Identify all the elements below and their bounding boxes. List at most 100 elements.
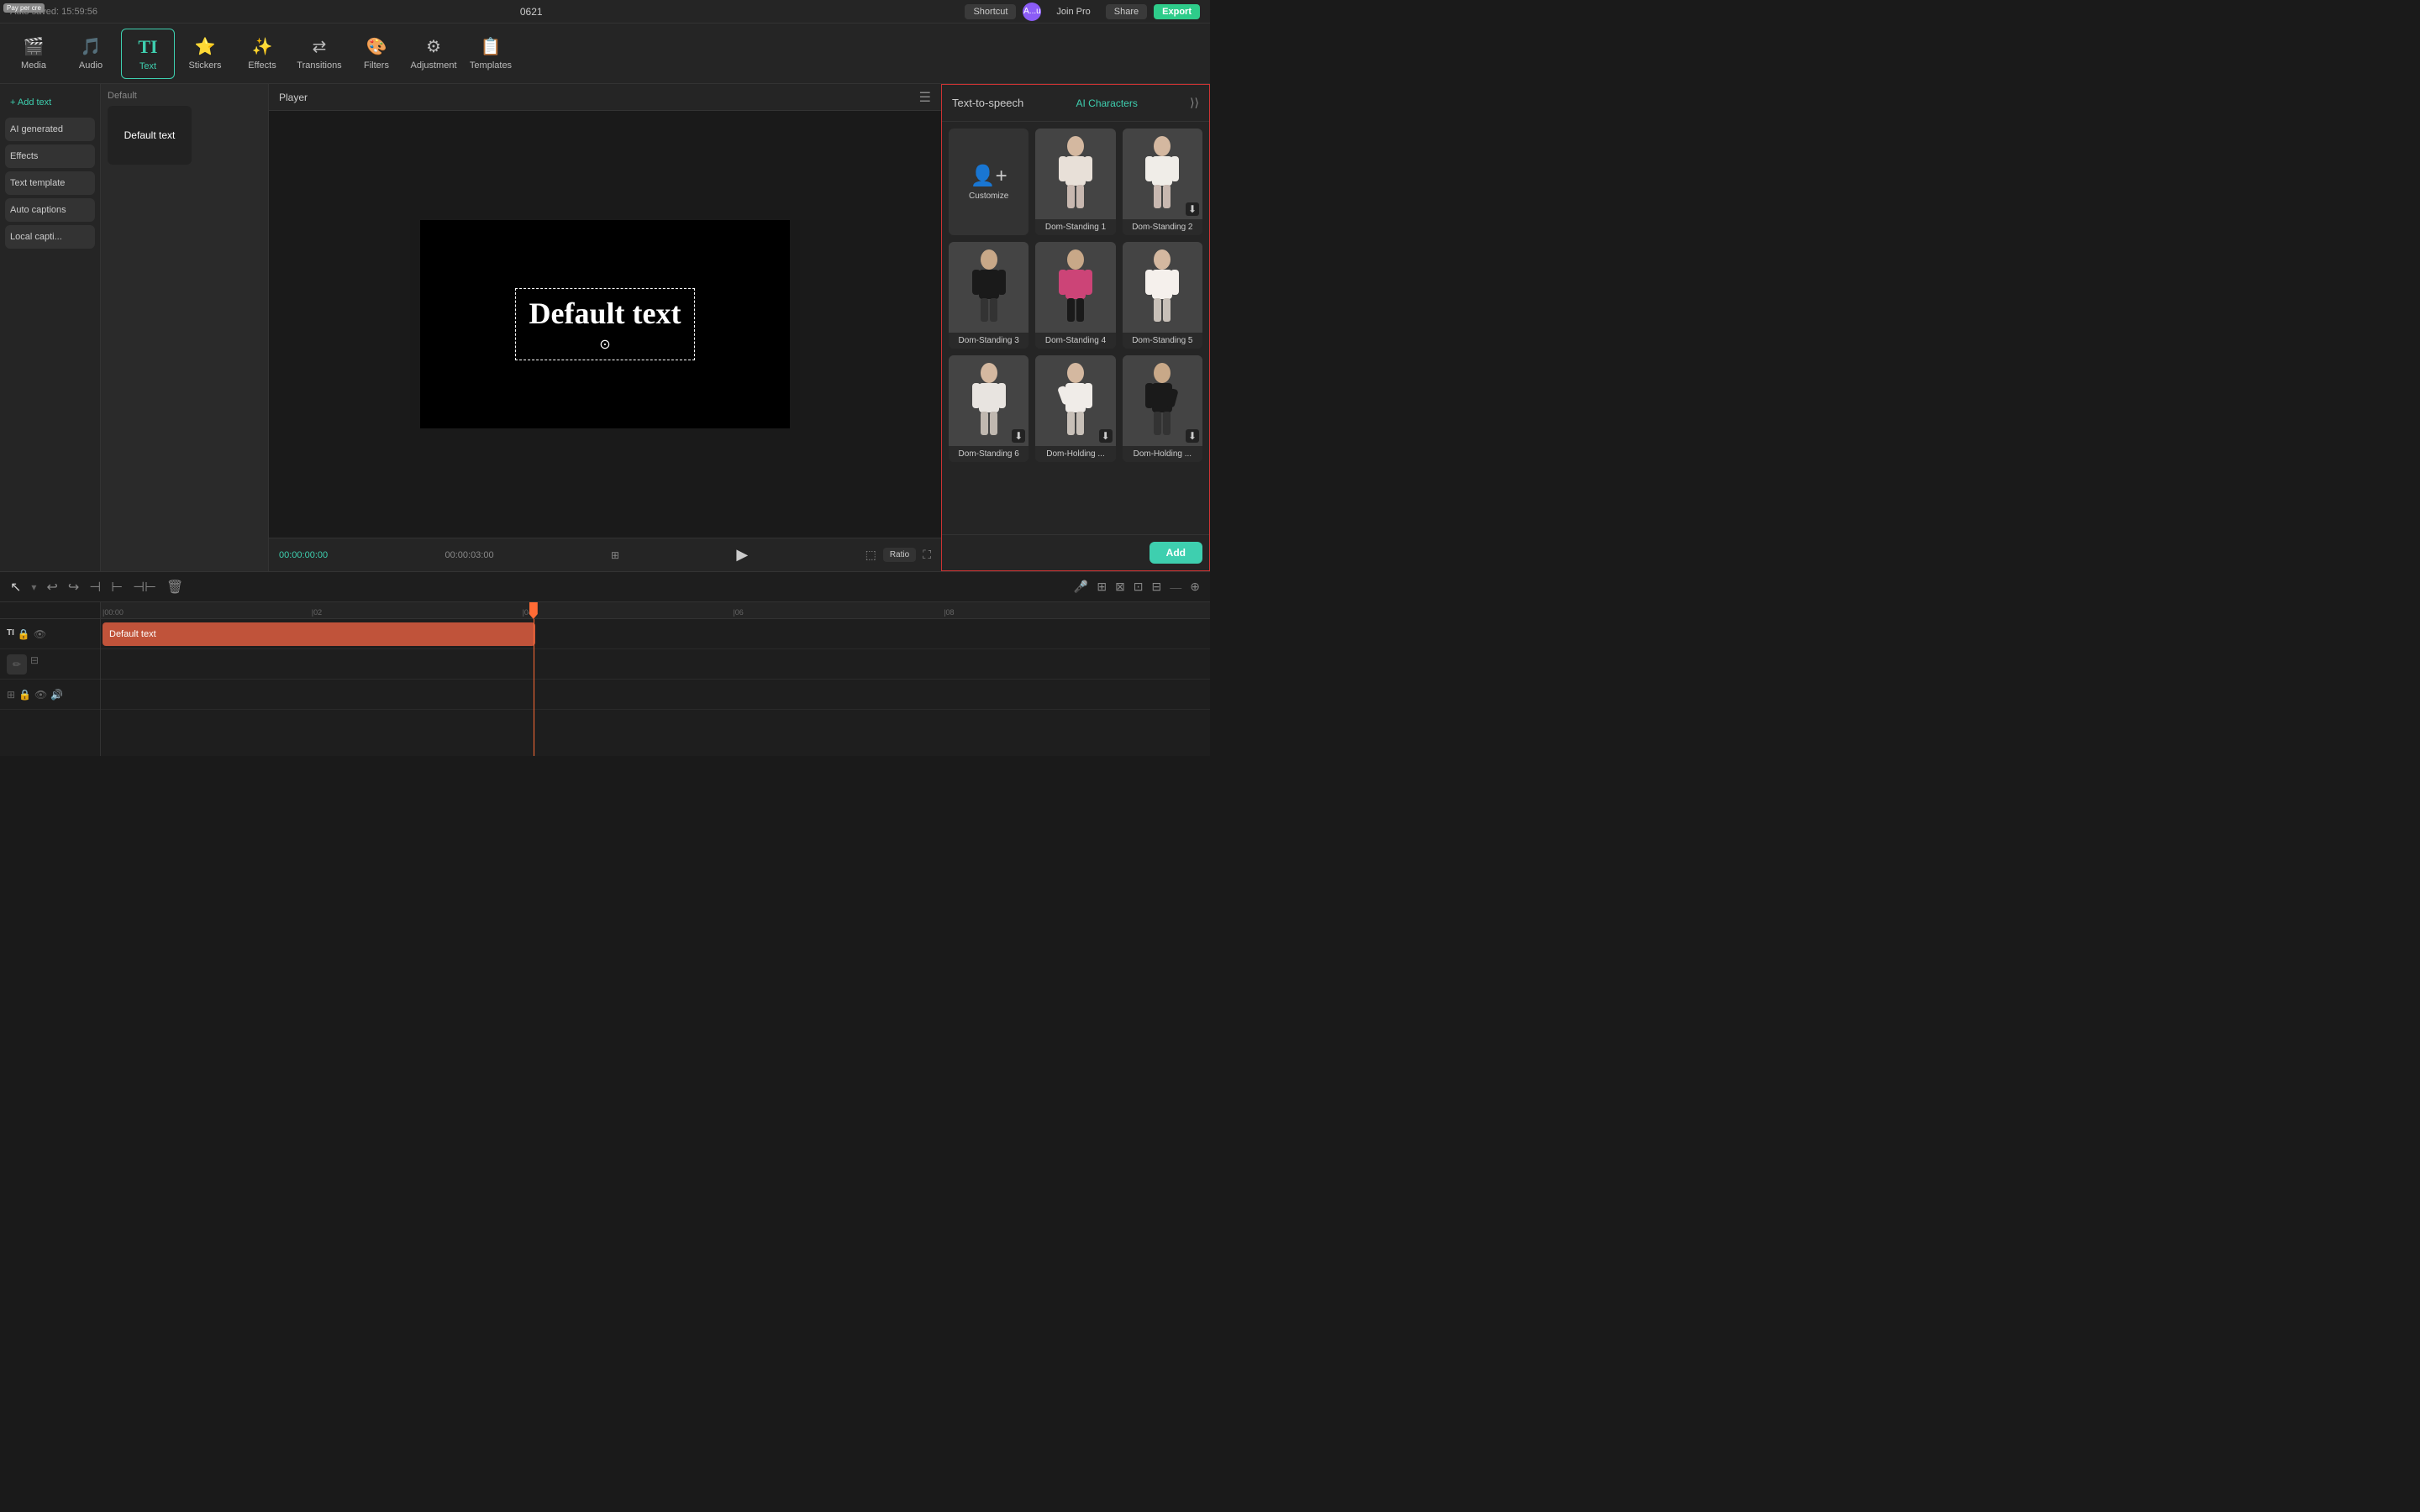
timeline-tools: ↖ ▾ ↩ ↪ ⊣ ⊢ ⊣⊢ 🗑 [10,579,183,596]
char-name-dom-standing-2: Dom-Standing 2 [1123,219,1202,235]
zoom-reset-icon[interactable]: ⊕ [1190,580,1200,594]
toolbar-text[interactable]: TI Text [121,29,175,79]
bottom-track-icon2[interactable]: 🔒 [18,689,31,701]
toolbar-transitions-label: Transitions [297,60,341,71]
char-card-dom-holding-1[interactable]: ⬇ Dom-Holding ... [1035,355,1115,462]
add-text-button[interactable]: + Add text [5,91,95,114]
auto-captions-button[interactable]: Auto captions [5,198,95,222]
player-menu-icon[interactable]: ☰ [919,89,931,106]
bottom-track-icon4[interactable]: 🔊 [50,689,63,701]
toolbar-effects[interactable]: ✨ Effects [235,29,289,79]
shortcut-button[interactable]: Shortcut [965,4,1016,19]
delete-tool[interactable]: 🗑 [166,579,183,596]
fullscreen-icon[interactable]: ⛶ [923,548,931,562]
effects-button[interactable]: Effects [5,144,95,168]
char-card-dom-standing-4[interactable]: Dom-Standing 4 [1035,242,1115,349]
timeline-ruler: |00:00 |02 |04 |06 |08 [101,602,1210,619]
add-character-button[interactable]: Add [1150,542,1202,564]
toolbar-templates[interactable]: 📋 Templates [464,29,518,79]
bottom-track-icons: ⊞ 🔒 👁 🔊 [7,689,63,701]
bottom-track-label: ⊞ 🔒 👁 🔊 [0,680,100,710]
right-panel-title: Text-to-speech [952,97,1023,109]
zoom-bar: — [1170,580,1181,594]
figure-svg-3 [964,249,1014,325]
snap-icon[interactable]: ⊞ [1097,580,1107,594]
char-card-dom-standing-2[interactable]: ⬇ Dom-Standing 2 [1123,129,1202,235]
select-tool[interactable]: ↖ [10,579,21,596]
char-img-dom-standing-2: ⬇ [1123,129,1202,219]
customize-icon: 👤+ [971,164,1007,188]
collapse-button[interactable]: ⟩⟩ [1190,96,1199,110]
magnet-icon[interactable]: ⊠ [1115,580,1125,594]
ai-characters-button[interactable]: AI Characters [1076,97,1137,109]
toolbar-media[interactable]: 🎬 Media [7,29,60,79]
media-track-edit-icon[interactable]: ✏ [7,654,27,675]
toolbar-audio[interactable]: 🎵 Audio [64,29,118,79]
char-img-dom-standing-4 [1035,242,1115,333]
track-labels: TI 🔒 👁 ✏ ⊟ ⊞ 🔒 👁 🔊 [0,602,101,756]
play-button[interactable]: ▶ [736,546,748,564]
text-template-button[interactable]: Text template [5,171,95,195]
player-content: Default text ⊙ [269,111,941,538]
rotate-handle[interactable]: ⊙ [599,336,610,353]
toolbar-stickers[interactable]: ⭐ Stickers [178,29,232,79]
default-text-card[interactable]: Default text [108,106,192,165]
char-card-dom-standing-6[interactable]: ⬇ Dom-Standing 6 [949,355,1028,462]
customize-card[interactable]: Pay per cre 👤+ Customize [949,129,1028,235]
ai-generated-button[interactable]: AI generated [5,118,95,141]
text-overlay[interactable]: Default text ⊙ [515,288,696,360]
customize-label: Customize [969,192,1008,201]
redo-tool[interactable]: ↪ [68,579,79,596]
char-name-dom-standing-4: Dom-Standing 4 [1035,333,1115,349]
text-panel-section-label: Default [108,91,261,101]
video-canvas: Default text ⊙ [420,220,790,428]
bottom-track-icon1[interactable]: ⊞ [7,689,15,701]
grid-view-icon[interactable]: ⊞ [611,549,619,561]
text-track-icons: TI 🔒 👁 [7,628,46,640]
align-start-tool[interactable]: ⊢ [111,579,123,596]
split-tool[interactable]: ⊣ [89,579,101,596]
export-button[interactable]: Export [1154,4,1200,19]
player-controls: 00:00:00:00 00:00:03:00 ⊞ ▶ ⬚ Ratio ⛶ [269,538,941,571]
top-bar-actions: Shortcut A...u Join Pro Share Export [965,3,1200,21]
char-card-dom-standing-3[interactable]: Dom-Standing 3 [949,242,1028,349]
toolbar-filters[interactable]: 🎨 Filters [350,29,403,79]
char-img-dom-holding-1: ⬇ [1035,355,1115,446]
media-track-row [101,649,1210,680]
char-card-dom-standing-5[interactable]: Dom-Standing 5 [1123,242,1202,349]
pencil-icon[interactable]: ✏ [7,654,27,675]
toolbar-transitions[interactable]: ⇄ Transitions [292,29,346,79]
player-title: Player [279,92,308,103]
toolbar-adjustment[interactable]: ⚙ Adjustment [407,29,460,79]
local-captions-button[interactable]: Local capti... [5,225,95,249]
figure-svg-2 [1137,136,1187,212]
screenshot-icon[interactable]: ⬚ [865,548,876,562]
ruler-mark-2: |02 [312,608,322,617]
char-card-dom-holding-2[interactable]: ⬇ Dom-Holding ... [1123,355,1202,462]
char-card-dom-standing-1[interactable]: Dom-Standing 1 [1035,129,1115,235]
media-track-label: ✏ ⊟ [0,649,100,680]
text-panel: Default Default text [101,84,269,571]
media-track-align-icon[interactable]: ⊟ [30,654,39,675]
split-audio-icon[interactable]: ⊡ [1134,580,1144,594]
toolbar: 🎬 Media 🎵 Audio TI Text ⭐ Stickers ✨ Eff… [0,24,1210,84]
undo-tool[interactable]: ↩ [46,579,57,596]
text-track-clip[interactable]: Default text [103,622,535,646]
share-button[interactable]: Share [1106,4,1147,19]
figure-svg-7 [1050,363,1101,438]
bottom-track-icon3[interactable]: 👁 [34,689,47,701]
char-img-dom-standing-6: ⬇ [949,355,1028,446]
char-name-dom-standing-1: Dom-Standing 1 [1035,219,1115,235]
zoom-out-icon[interactable]: ⊟ [1152,580,1162,594]
text-track-visible-icon[interactable]: 👁 [34,628,46,640]
text-track-lock-icon[interactable]: 🔒 [18,628,30,640]
right-panel-header: Text-to-speech AI Characters ⟩⟩ [942,85,1209,122]
bottom-track-row [101,680,1210,710]
toolbar-templates-label: Templates [470,60,512,71]
align-end-tool[interactable]: ⊣⊢ [133,579,156,596]
char-img-dom-standing-1 [1035,129,1115,219]
ratio-button[interactable]: Ratio [883,548,916,562]
microphone-icon[interactable]: 🎤 [1074,580,1088,594]
ruler-mark-8: |08 [944,608,954,617]
join-pro-button[interactable]: Join Pro [1048,4,1098,19]
